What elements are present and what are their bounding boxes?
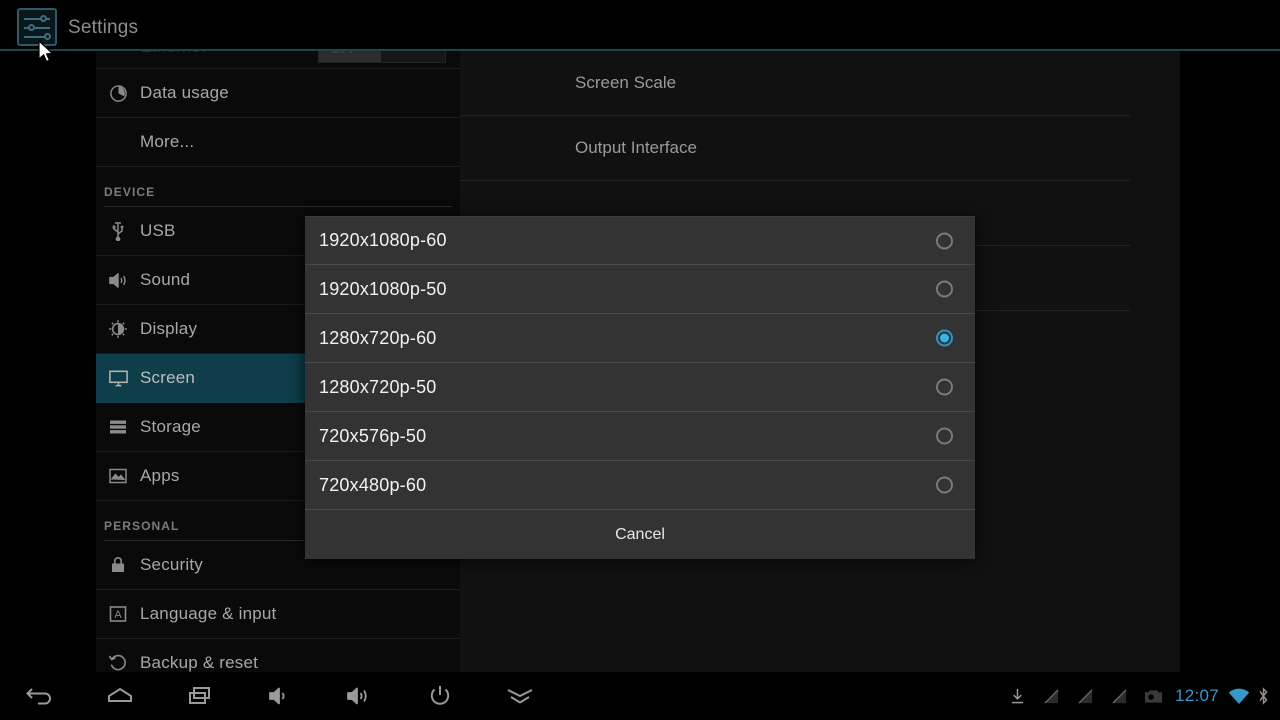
sidebar-item-label: Data usage [140,83,229,102]
toggle-label: OFF [331,51,358,56]
sidebar-item-ethernet[interactable]: Ethernet OFF [96,51,460,69]
storage-stack-icon [96,417,140,437]
radio-button-selected[interactable] [936,329,953,347]
sidebar-item-language-input[interactable]: A Language & input [96,590,460,639]
radio-button[interactable] [936,427,953,445]
nav-button-group [0,672,560,720]
backup-reset-icon [96,653,140,672]
android-settings-screen: Settings Ethernet OFF [0,0,1280,720]
sidebar-item-label: Display [140,319,198,338]
setting-row-label: Output Interface [575,138,697,157]
ethernet-toggle[interactable]: OFF [318,51,446,63]
back-icon[interactable] [0,672,80,720]
svg-text:A: A [114,609,122,621]
home-icon[interactable] [80,672,160,720]
download-icon[interactable] [1001,672,1035,720]
bluetooth-icon [1252,672,1274,720]
option-label: 1280x720p-50 [319,376,437,397]
no-sim-signal-icon-1 [1035,672,1069,720]
setting-row-label: Screen Scale [575,73,677,92]
sidebar-item-label: USB [140,221,176,240]
settings-sliders-icon[interactable] [17,8,57,46]
resolution-option-1920x1080p-60[interactable]: 1920x1080p-60 [305,216,975,265]
resolution-option-720x480p-60[interactable]: 720x480p-60 [305,461,975,510]
option-label: 1920x1080p-50 [319,278,447,299]
power-icon[interactable] [400,672,480,720]
no-sim-signal-icon-3 [1103,672,1137,720]
sidebar-group-header-device: DEVICE [104,167,452,207]
resolution-option-1920x1080p-50[interactable]: 1920x1080p-50 [305,265,975,314]
resolution-option-1280x720p-50[interactable]: 1280x720p-50 [305,363,975,412]
sidebar-item-label: Storage [140,417,201,436]
sidebar-item-label: Backup & reset [140,653,259,672]
no-sim-signal-icon-2 [1069,672,1103,720]
radio-button[interactable] [936,232,953,249]
group-header-label: DEVICE [104,185,156,199]
apps-image-icon [96,466,140,486]
sidebar-item-label: Language & input [140,604,277,623]
screen-monitor-icon [96,368,140,388]
group-header-label: PERSONAL [104,519,180,533]
option-label: 720x480p-60 [319,474,427,495]
sidebar-item-label: Security [140,555,204,574]
chevron-double-down-icon[interactable] [480,672,560,720]
usb-icon [96,221,140,241]
sidebar-item-label: Screen [140,368,196,387]
sidebar-item-data-usage[interactable]: Data usage [96,69,460,118]
content-area: Ethernet OFF Data usage More... [0,51,1280,672]
radio-button[interactable] [936,280,953,298]
data-usage-pie-icon [96,84,140,103]
radio-button[interactable] [936,378,953,396]
volume-up-icon[interactable] [320,672,400,720]
page-title: Settings [68,17,139,38]
sidebar-item-label: Apps [140,466,180,485]
radio-button[interactable] [936,476,953,494]
option-label: 720x576p-50 [319,425,427,446]
display-brightness-icon [96,319,140,339]
volume-down-icon[interactable] [240,672,320,720]
setting-row-output-interface[interactable]: Output Interface [460,116,1130,181]
resolution-picker-dialog: 1920x1080p-60 1920x1080p-50 1280x720p-60… [305,216,975,559]
status-clock: 12:07 [1174,686,1219,705]
wifi-icon [1226,672,1252,720]
lock-icon [96,555,140,575]
cancel-button[interactable]: Cancel [305,510,975,559]
sound-speaker-icon [96,270,140,291]
ethernet-icon [96,51,140,57]
sidebar-item-label: Sound [140,270,191,289]
option-label: 1280x720p-60 [319,327,437,348]
option-label: 1920x1080p-60 [319,230,447,250]
system-navigation-bar: 12:07 [0,672,1280,720]
language-a-icon: A [96,604,140,624]
recents-icon[interactable] [160,672,240,720]
sidebar-item-label: Ethernet [140,51,206,57]
cancel-button-label: Cancel [615,525,665,543]
setting-row-screen-scale[interactable]: Screen Scale [460,51,1130,116]
screenshot-camera-icon[interactable] [1137,672,1171,720]
status-bar-icons: 12:07 [1001,672,1274,720]
sidebar-item-more[interactable]: More... [96,118,460,167]
sidebar-item-label: More... [140,132,195,151]
title-bar: Settings [0,0,1280,51]
resolution-option-720x576p-50[interactable]: 720x576p-50 [305,412,975,461]
resolution-option-1280x720p-60[interactable]: 1280x720p-60 [305,314,975,363]
sidebar-item-backup-reset[interactable]: Backup & reset [96,639,460,672]
